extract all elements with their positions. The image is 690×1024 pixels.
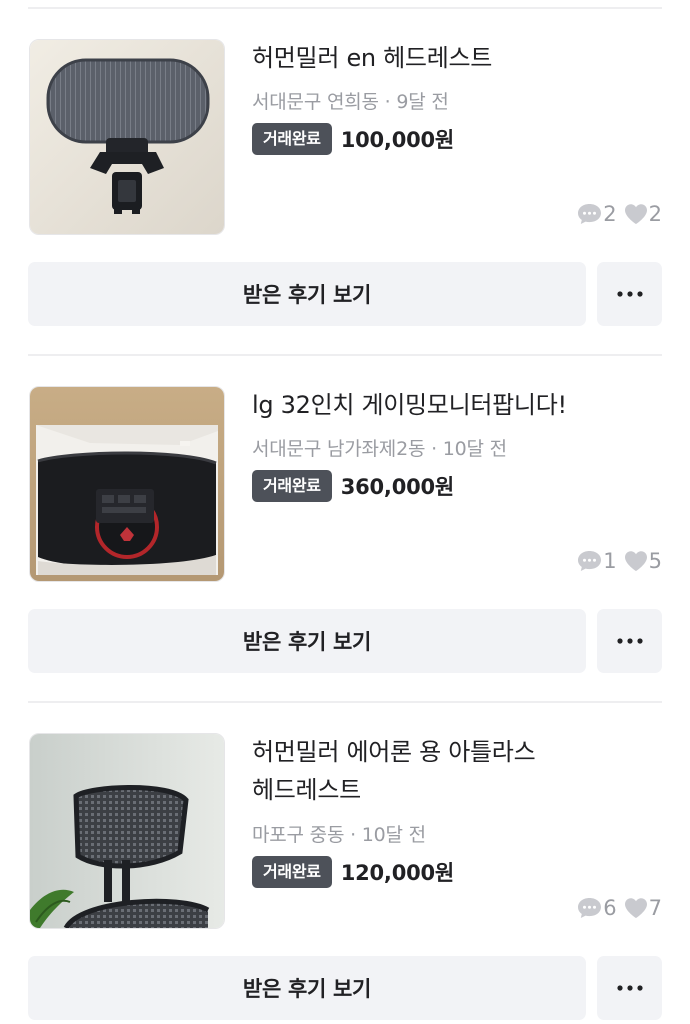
chat-count: 2 xyxy=(576,202,617,226)
view-reviews-label: 받은 후기 보기 xyxy=(242,977,372,1001)
view-reviews-button[interactable]: 받은 후기 보기 xyxy=(28,956,586,1020)
divider xyxy=(28,701,662,703)
chat-count-text: 6 xyxy=(603,896,617,920)
location-text: 서대문구 남가좌제2동 xyxy=(252,438,426,460)
chat-count-text: 2 xyxy=(603,202,617,226)
listing-item[interactable]: 허먼밀러 en 헤드레스트 서대문구 연희동 · 9달 전 거래완료 100,0… xyxy=(0,39,690,369)
view-reviews-button[interactable]: 받은 후기 보기 xyxy=(28,609,586,673)
listing-meta: 마포구 중동 · 10달 전 xyxy=(252,820,426,847)
chat-bubble-icon xyxy=(578,898,602,918)
price-text: 100,000원 xyxy=(340,128,455,152)
heart-icon xyxy=(624,204,647,224)
status-badge: 거래완료 xyxy=(252,470,332,502)
more-options-button[interactable] xyxy=(597,956,662,1020)
view-reviews-button[interactable]: 받은 후기 보기 xyxy=(28,262,586,326)
like-count-text: 5 xyxy=(648,549,662,573)
price-text: 120,000원 xyxy=(340,861,455,885)
like-count: 7 xyxy=(623,896,662,920)
chat-bubble-icon xyxy=(578,551,602,571)
divider xyxy=(28,7,662,9)
listing-title-text: 허먼밀러 en 헤드레스트 xyxy=(252,44,493,72)
view-reviews-label: 받은 후기 보기 xyxy=(242,283,372,307)
listing-meta: 서대문구 연희동 · 9달 전 xyxy=(252,87,449,114)
location-text: 마포구 중동 xyxy=(252,824,345,846)
location-text: 서대문구 연희동 xyxy=(252,91,379,113)
time-text: 9달 전 xyxy=(396,91,449,113)
more-options-button[interactable] xyxy=(597,609,662,673)
listing-stats: 6 7 xyxy=(576,896,662,920)
more-horizontal-icon xyxy=(616,638,643,644)
listing-thumbnail[interactable] xyxy=(29,386,225,582)
time-text: 10달 전 xyxy=(361,824,426,846)
chat-bubble-icon xyxy=(578,204,602,224)
heart-icon xyxy=(624,898,647,918)
listing-title[interactable]: 허먼밀러 en 헤드레스트 xyxy=(252,39,662,77)
price-row: 거래완료 100,000원 xyxy=(252,123,454,155)
chat-count-text: 1 xyxy=(603,549,617,573)
listing-title[interactable]: lg 32인치 게이밍모니터팝니다! xyxy=(252,386,662,424)
sales-history-list: 허먼밀러 en 헤드레스트 서대문구 연희동 · 9달 전 거래완료 100,0… xyxy=(0,0,690,1024)
more-horizontal-icon xyxy=(616,985,643,991)
monitor-photo xyxy=(30,387,224,581)
listing-item[interactable]: lg 32인치 게이밍모니터팝니다! 서대문구 남가좌제2동 · 10달 전 거… xyxy=(0,386,690,716)
meta-separator: · xyxy=(350,824,356,846)
headrest-photo xyxy=(30,40,224,234)
status-badge: 거래완료 xyxy=(252,856,332,888)
like-count: 5 xyxy=(623,549,662,573)
price-row: 거래완료 360,000원 xyxy=(252,470,454,502)
listing-thumbnail[interactable] xyxy=(29,733,225,929)
chat-count: 6 xyxy=(576,896,617,920)
listing-stats: 1 5 xyxy=(576,549,662,573)
more-horizontal-icon xyxy=(616,291,643,297)
listing-title-text: 허먼밀러 에어론 용 아틀라스 xyxy=(252,738,536,766)
price-text: 360,000원 xyxy=(340,475,455,499)
chat-count: 1 xyxy=(576,549,617,573)
like-count: 2 xyxy=(623,202,662,226)
listing-item[interactable]: 허먼밀러 에어론 용 아틀라스 헤드레스트 마포구 중동 · 10달 전 거래완… xyxy=(0,733,690,1024)
like-count-text: 2 xyxy=(648,202,662,226)
listing-title-text: lg 32인치 게이밍모니터팝니다! xyxy=(252,391,567,419)
meta-separator: · xyxy=(384,91,391,113)
more-options-button[interactable] xyxy=(597,262,662,326)
meta-separator: · xyxy=(431,438,437,460)
status-badge: 거래완료 xyxy=(252,123,332,155)
price-row: 거래완료 120,000원 xyxy=(252,856,454,888)
time-text: 10달 전 xyxy=(442,438,507,460)
chair-headrest-photo xyxy=(30,734,224,928)
view-reviews-label: 받은 후기 보기 xyxy=(242,630,372,654)
heart-icon xyxy=(624,551,647,571)
listing-title[interactable]: 허먼밀러 에어론 용 아틀라스 헤드레스트 xyxy=(252,733,662,809)
listing-thumbnail[interactable] xyxy=(29,39,225,235)
like-count-text: 7 xyxy=(648,896,662,920)
listing-stats: 2 2 xyxy=(576,202,662,226)
listing-meta: 서대문구 남가좌제2동 · 10달 전 xyxy=(252,434,507,461)
divider xyxy=(28,354,662,356)
listing-title-text: 헤드레스트 xyxy=(252,776,361,804)
